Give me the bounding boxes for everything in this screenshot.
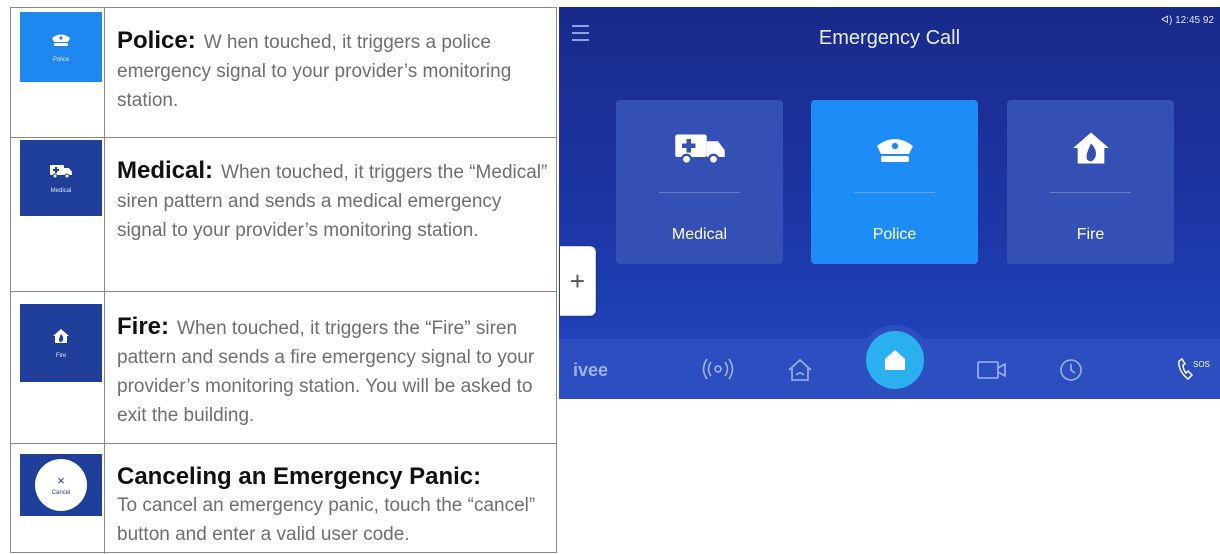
fire-house-icon bbox=[1072, 132, 1109, 164]
table-row-cancel: × Cancel Canceling an Emergency Panic: T… bbox=[11, 444, 556, 554]
tile-label: Fire bbox=[1076, 226, 1105, 243]
row-heading: Police: bbox=[117, 27, 196, 54]
tile-label: Medical bbox=[671, 226, 728, 243]
status-bar: ᐊ) 12:45 92 bbox=[1161, 15, 1214, 26]
row-heading: Medical: bbox=[117, 157, 214, 184]
ambulance-icon bbox=[674, 134, 725, 165]
home-button[interactable] bbox=[866, 331, 924, 389]
police-cap-icon bbox=[52, 34, 70, 46]
image-cell: Medical bbox=[11, 138, 105, 291]
row-text: Canceling an Emergency Panic: To cancel … bbox=[117, 462, 552, 549]
close-icon: × bbox=[57, 473, 65, 488]
row-text: Medical: When touched, it triggers the “M… bbox=[117, 156, 552, 245]
fire-button[interactable]: Fire bbox=[1007, 100, 1174, 264]
tile-label: Police bbox=[872, 226, 917, 243]
instruction-table: Police Police: W hen touched, it triggers… bbox=[10, 7, 557, 554]
row-description: When touched, it triggers the “Fire” sir… bbox=[117, 318, 535, 426]
cancel-thumbnail: × Cancel bbox=[20, 454, 102, 516]
add-button[interactable]: + bbox=[560, 246, 596, 316]
fire-thumbnail: Fire bbox=[20, 304, 102, 382]
thumbnail-label: Medical bbox=[50, 187, 72, 194]
row-text: Fire: When touched, it triggers the “Fire… bbox=[117, 312, 552, 430]
table-row-medical: Medical Medical: When touched, it trigger… bbox=[11, 138, 556, 292]
radio-waves-icon[interactable] bbox=[702, 358, 734, 380]
medical-button[interactable]: Medical bbox=[616, 100, 783, 264]
row-text: Police: W hen touched, it triggers a poli… bbox=[117, 26, 552, 115]
svg-text:SOS: SOS bbox=[1193, 360, 1210, 369]
thumbnail-label: Police bbox=[52, 56, 70, 63]
table-row-fire: Fire Fire: When touched, it triggers the … bbox=[11, 292, 556, 444]
emergency-call-screen: Emergency Call ᐊ) 12:45 92 Medical Polic… bbox=[559, 7, 1220, 399]
fire-house-icon bbox=[53, 328, 69, 343]
row-heading: Fire: bbox=[117, 313, 170, 340]
home-icon bbox=[885, 350, 905, 370]
thumbnail-label: Fire bbox=[55, 352, 67, 359]
sos-phone-icon: SOS bbox=[1178, 357, 1210, 381]
police-button[interactable]: Police bbox=[811, 100, 978, 264]
police-cap-icon bbox=[876, 139, 913, 162]
police-thumbnail: Police bbox=[20, 12, 102, 82]
page-title: Emergency Call bbox=[818, 27, 961, 49]
image-cell: Police bbox=[11, 8, 105, 137]
ambulance-icon bbox=[50, 164, 72, 178]
image-cell: × Cancel bbox=[11, 444, 105, 554]
brand-logo: ivee bbox=[573, 360, 609, 380]
image-cell: Fire bbox=[11, 292, 105, 443]
cancel-button-preview: × Cancel bbox=[35, 459, 87, 511]
table-row-police: Police Police: W hen touched, it triggers… bbox=[11, 8, 556, 138]
home-wifi-icon[interactable] bbox=[787, 358, 813, 382]
camera-icon[interactable] bbox=[977, 360, 1007, 380]
medical-thumbnail: Medical bbox=[20, 140, 102, 216]
row-heading: Canceling an Emergency Panic: bbox=[117, 463, 482, 490]
clock-icon[interactable] bbox=[1059, 358, 1083, 382]
thumbnail-label: Cancel bbox=[51, 490, 71, 496]
row-description: To cancel an emergency panic, touch the … bbox=[117, 495, 536, 545]
sos-phone-button[interactable]: SOS bbox=[1176, 357, 1212, 388]
